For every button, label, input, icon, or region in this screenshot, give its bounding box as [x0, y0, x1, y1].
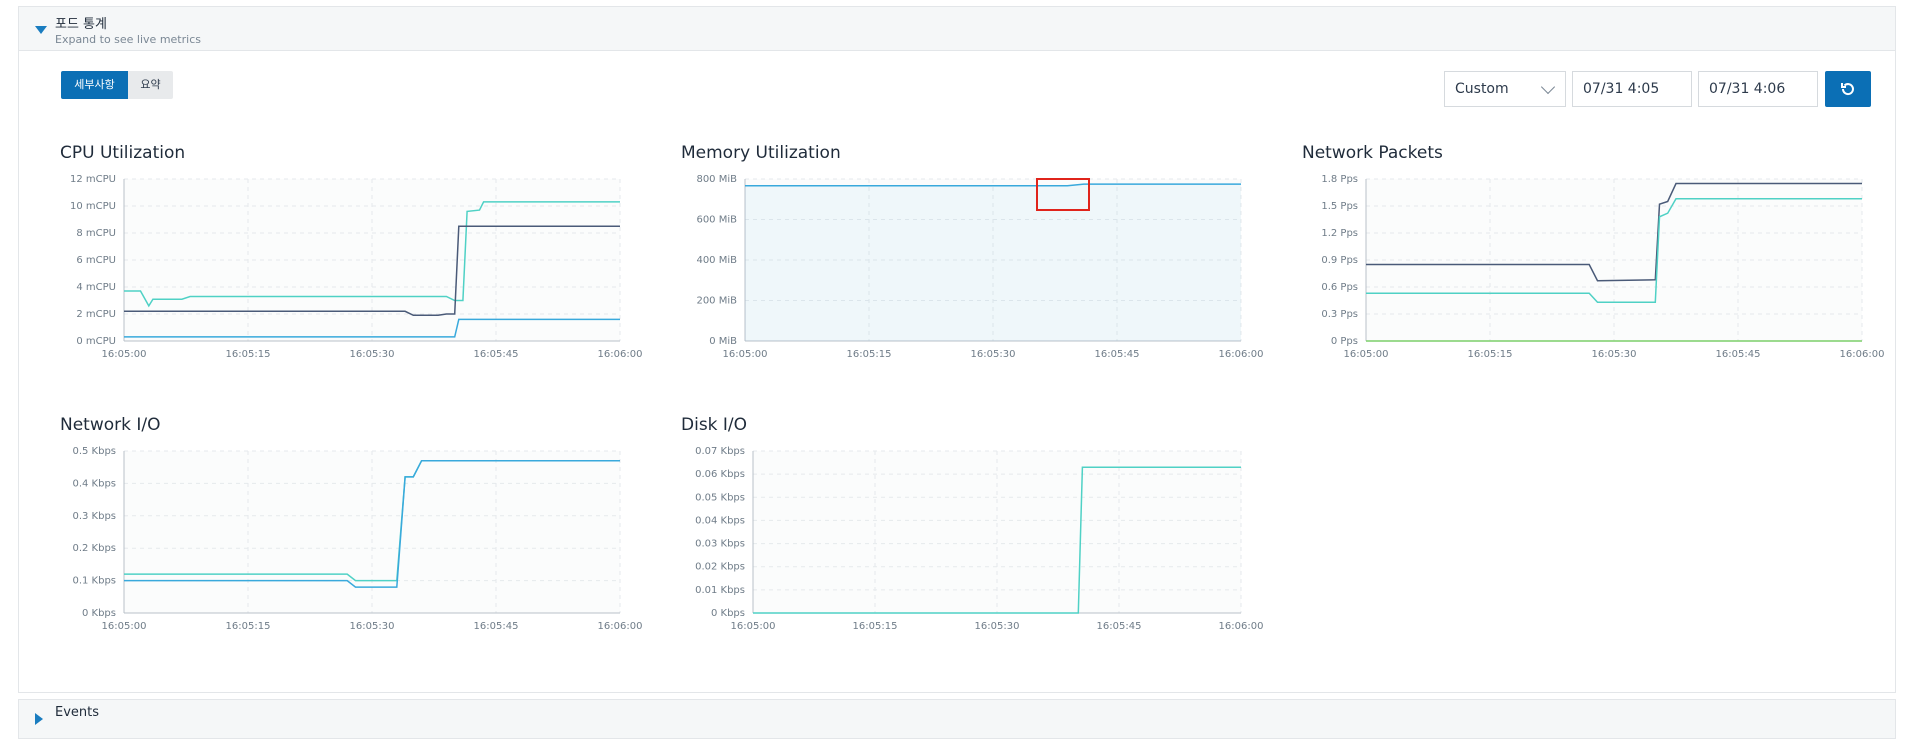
x-tick-label: 16:06:00	[1219, 349, 1264, 360]
x-tick-label: 16:05:15	[226, 349, 271, 360]
pod-stats-title: 포드 통계	[55, 17, 107, 32]
disk-chart-svg: 0 Kbps 0.01 Kbps 0.02 Kbps 0.03 Kbps 0.04 Kb…	[695, 446, 1264, 632]
x-tick-label: 16:05:15	[226, 621, 271, 632]
y-tick-label: 0.2 Kbps	[72, 543, 116, 554]
x-tick-label: 16:05:00	[1344, 349, 1389, 360]
refresh-button[interactable]	[1825, 71, 1871, 107]
y-tick-label: 0.01 Kbps	[695, 585, 745, 596]
chevron-down-icon	[1540, 79, 1556, 95]
y-tick-label: 1.2 Pps	[1321, 228, 1358, 239]
x-tick-label: 16:05:30	[350, 621, 395, 632]
pod-stats-header[interactable]: 포드 통계 Expand to see live metrics	[18, 6, 1896, 51]
y-tick-label: 1.8 Pps	[1321, 174, 1358, 185]
x-tick-label: 16:06:00	[598, 349, 643, 360]
memory-chart-svg: 0 MiB 200 MiB 400 MiB 600 MiB 800 MiB 16:05:0…	[696, 174, 1264, 360]
y-tick-label: 0 Kbps	[711, 608, 745, 619]
x-tick-label: 16:06:00	[1219, 621, 1264, 632]
x-tick-label: 16:05:30	[350, 349, 395, 360]
y-tick-label: 0.6 Pps	[1321, 282, 1358, 293]
x-tick-label: 16:05:45	[474, 349, 519, 360]
y-tick-label: 600 MiB	[696, 215, 737, 226]
y-tick-label: 0.3 Pps	[1321, 309, 1358, 320]
x-tick-label: 16:05:00	[723, 349, 768, 360]
x-tick-label: 16:05:00	[731, 621, 776, 632]
caret-right-icon	[35, 713, 43, 725]
y-tick-label: 0.02 Kbps	[695, 562, 745, 573]
y-tick-label: 0.07 Kbps	[695, 446, 745, 457]
y-tick-label: 12 mCPU	[70, 174, 116, 185]
y-tick-label: 8 mCPU	[76, 228, 116, 239]
y-tick-label: 1.5 Pps	[1321, 201, 1358, 212]
y-tick-label: 200 MiB	[696, 296, 737, 307]
packets-chart-svg: 0 Pps 0.3 Pps 0.6 Pps 0.9 Pps 1.2 Pps 1.5 Pps…	[1321, 174, 1885, 360]
chart-title: Memory Utilization	[681, 143, 841, 163]
x-tick-label: 16:05:45	[1095, 349, 1140, 360]
y-tick-label: 0 mCPU	[76, 336, 116, 347]
x-tick-label: 16:05:00	[102, 349, 147, 360]
y-tick-label: 0.4 Kbps	[72, 478, 116, 489]
y-tick-label: 2 mCPU	[76, 309, 116, 320]
time-range-value: Custom	[1455, 81, 1509, 97]
time-range-select[interactable]: Custom	[1444, 71, 1566, 107]
tab-summary[interactable]: 요약	[128, 71, 173, 99]
series-area	[745, 184, 1241, 341]
x-tick-label: 16:05:45	[1716, 349, 1761, 360]
y-tick-label: 0 Pps	[1331, 336, 1358, 347]
cpu-chart-svg: 0 mCPU 2 mCPU 4 mCPU 6 mCPU 8 mCPU 10 mCPU 12 …	[70, 174, 643, 360]
x-tick-label: 16:05:15	[1468, 349, 1513, 360]
y-tick-label: 0 MiB	[709, 336, 737, 347]
highlight-box	[1036, 178, 1090, 211]
refresh-icon	[1841, 83, 1854, 96]
chart-title: Network Packets	[1302, 143, 1443, 163]
y-tick-label: 0.03 Kbps	[695, 539, 745, 550]
end-time-input[interactable]: 07/31 4:06	[1698, 71, 1818, 107]
chart-title: Disk I/O	[681, 415, 748, 435]
caret-down-icon	[35, 26, 47, 34]
x-tick-label: 16:05:30	[975, 621, 1020, 632]
x-tick-label: 16:06:00	[1840, 349, 1885, 360]
y-tick-label: 0.5 Kbps	[72, 446, 116, 457]
y-tick-label: 0.1 Kbps	[72, 576, 116, 587]
pod-stats-subtitle: Expand to see live metrics	[55, 33, 201, 46]
start-time-input[interactable]: 07/31 4:05	[1572, 71, 1692, 107]
y-tick-label: 0 Kbps	[82, 608, 116, 619]
x-tick-label: 16:05:45	[474, 621, 519, 632]
x-tick-label: 16:06:00	[598, 621, 643, 632]
x-tick-label: 16:05:00	[102, 621, 147, 632]
tab-detail[interactable]: 세부사항	[61, 71, 128, 99]
chart-title: CPU Utilization	[60, 143, 186, 163]
y-tick-label: 6 mCPU	[76, 255, 116, 266]
x-tick-label: 16:05:15	[847, 349, 892, 360]
chart-title: Network I/O	[60, 415, 161, 435]
y-tick-label: 400 MiB	[696, 255, 737, 266]
y-tick-label: 0.9 Pps	[1321, 255, 1358, 266]
y-tick-label: 0.04 Kbps	[695, 515, 745, 526]
y-tick-label: 10 mCPU	[70, 201, 116, 212]
x-tick-label: 16:05:30	[971, 349, 1016, 360]
y-tick-label: 800 MiB	[696, 174, 737, 185]
netio-chart-svg: 0 Kbps 0.1 Kbps 0.2 Kbps 0.3 Kbps 0.4 Kbps 0.…	[72, 446, 643, 632]
y-tick-label: 0.05 Kbps	[695, 492, 745, 503]
x-tick-label: 16:05:30	[1592, 349, 1637, 360]
y-tick-label: 4 mCPU	[76, 282, 116, 293]
events-title: Events	[55, 705, 100, 720]
x-tick-label: 16:05:45	[1097, 621, 1142, 632]
x-tick-label: 16:05:15	[853, 621, 898, 632]
y-tick-label: 0.06 Kbps	[695, 469, 745, 480]
pod-stats-panel: 세부사항 요약 Custom 07/31 4:05 07/31 4:06 CPU…	[18, 51, 1896, 693]
events-header[interactable]: Events	[18, 699, 1896, 739]
y-tick-label: 0.3 Kbps	[72, 511, 116, 522]
